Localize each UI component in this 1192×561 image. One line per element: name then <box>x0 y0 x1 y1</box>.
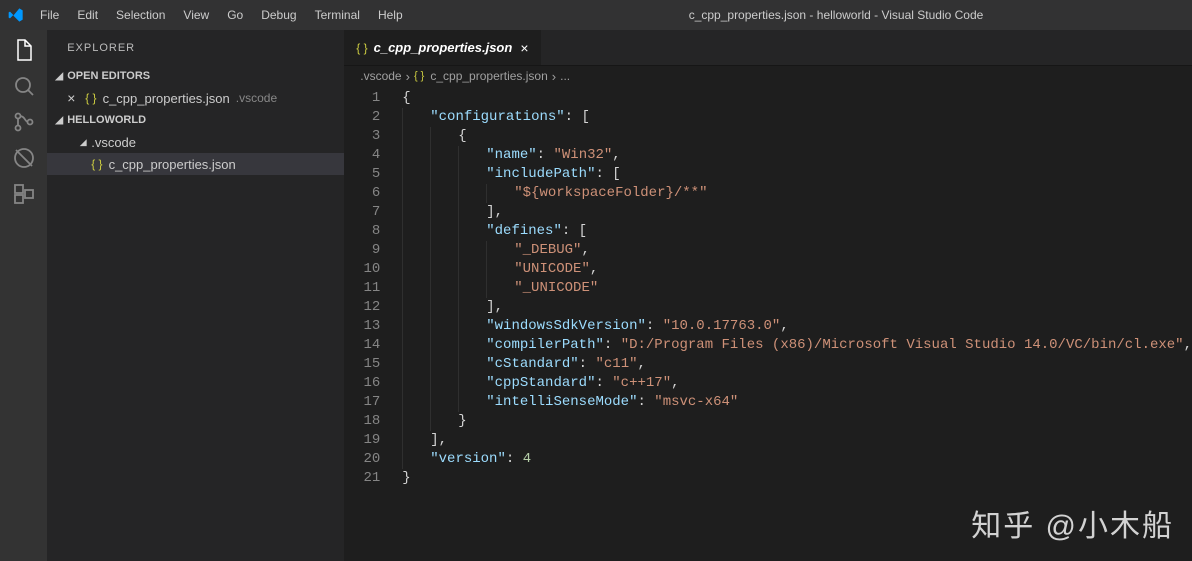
chevron-right-icon: › <box>552 69 556 84</box>
chevron-right-icon: › <box>406 69 410 84</box>
open-editor-item[interactable]: × { } c_cpp_properties.json .vscode <box>47 87 344 109</box>
menu-go[interactable]: Go <box>219 4 251 26</box>
menu-debug[interactable]: Debug <box>253 4 304 26</box>
close-icon[interactable]: × <box>67 90 79 106</box>
title-bar: File Edit Selection View Go Debug Termin… <box>0 0 1192 30</box>
window-title: c_cpp_properties.json - helloworld - Vis… <box>689 8 984 22</box>
editor-tab[interactable]: { } c_cpp_properties.json × <box>344 30 541 65</box>
chevron-down-icon: ◢ <box>51 115 67 126</box>
menu-terminal[interactable]: Terminal <box>307 4 368 26</box>
search-icon[interactable] <box>12 74 36 98</box>
code-editor[interactable]: 123456789101112131415161718192021 {"conf… <box>344 87 1192 561</box>
breadcrumbs[interactable]: .vscode› { }c_cpp_properties.json› ... <box>344 65 1192 87</box>
debug-icon[interactable] <box>12 146 36 170</box>
menu-view[interactable]: View <box>175 4 217 26</box>
watermark-text: 知乎 @小木船 <box>971 501 1174 545</box>
json-file-icon: { } <box>414 70 424 82</box>
sidebar: EXPLORER ◢OPEN EDITORS × { } c_cpp_prope… <box>47 30 344 561</box>
menu-file[interactable]: File <box>32 4 67 26</box>
open-editors-header[interactable]: ◢OPEN EDITORS <box>47 65 344 87</box>
extensions-icon[interactable] <box>12 182 36 206</box>
menu-bar: File Edit Selection View Go Debug Termin… <box>32 4 411 26</box>
json-file-icon: { } <box>85 91 96 105</box>
chevron-down-icon: ◢ <box>75 137 91 148</box>
tab-bar: { } c_cpp_properties.json × <box>344 30 1192 65</box>
folder-item[interactable]: ◢.vscode <box>47 131 344 153</box>
menu-selection[interactable]: Selection <box>108 4 173 26</box>
chevron-down-icon: ◢ <box>51 71 67 82</box>
source-control-icon[interactable] <box>12 110 36 134</box>
code-content[interactable]: {"configurations": [{"name": "Win32","in… <box>394 87 1192 561</box>
activity-bar <box>0 30 47 561</box>
workspace-header[interactable]: ◢HELLOWORLD <box>47 109 344 131</box>
file-item[interactable]: { }c_cpp_properties.json <box>47 153 344 175</box>
explorer-icon[interactable] <box>12 38 36 62</box>
json-file-icon: { } <box>91 157 102 171</box>
close-icon[interactable]: × <box>520 40 528 56</box>
sidebar-title: EXPLORER <box>47 30 344 65</box>
line-gutter: 123456789101112131415161718192021 <box>344 87 394 561</box>
json-file-icon: { } <box>356 41 367 55</box>
vscode-logo-icon <box>8 7 24 23</box>
menu-edit[interactable]: Edit <box>69 4 106 26</box>
menu-help[interactable]: Help <box>370 4 411 26</box>
editor-area: { } c_cpp_properties.json × .vscode› { }… <box>344 30 1192 561</box>
